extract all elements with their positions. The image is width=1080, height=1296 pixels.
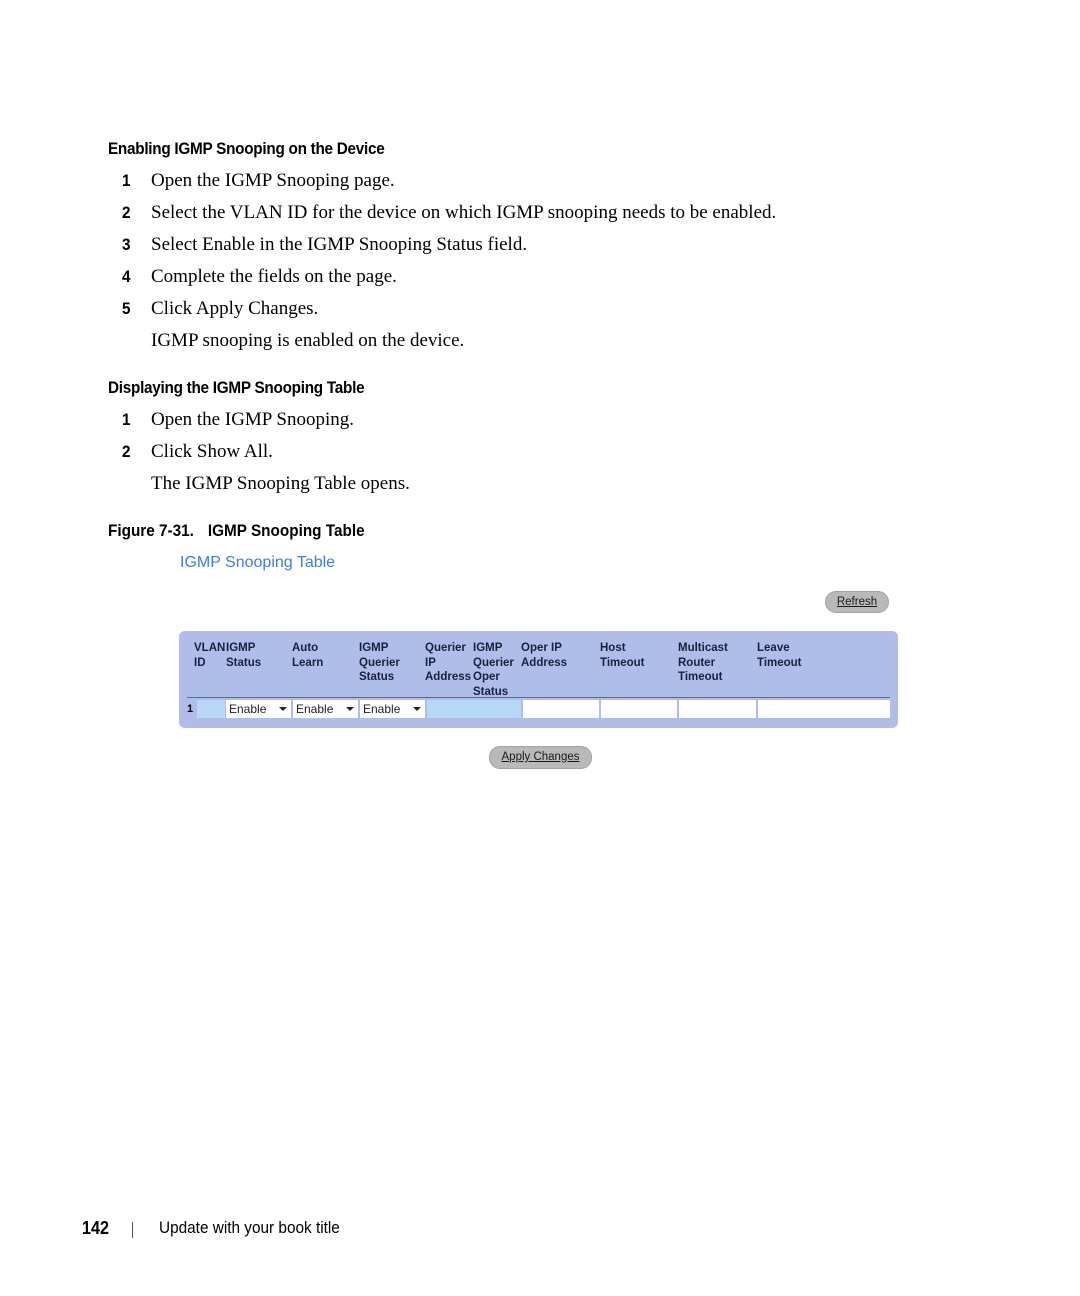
auto-learn-select[interactable]: Enable <box>293 700 358 718</box>
step-number: 1 <box>122 410 131 429</box>
step-text: Click Show All. <box>151 441 273 462</box>
step-text: Open the IGMP Snooping. <box>151 409 355 430</box>
page-number: 142 <box>82 1218 110 1238</box>
step-number: 4 <box>122 267 131 286</box>
step-result: The IGMP Snooping Table opens. <box>151 473 410 494</box>
footer-book-title: Update with your book title <box>159 1219 340 1237</box>
cell-host-timeout <box>601 700 677 718</box>
dropdown-arrow-icon <box>413 707 421 711</box>
figure-number: Figure 7-31. <box>108 521 194 540</box>
step-text: Complete the fields on the page. <box>151 266 397 287</box>
column-header-vlan-id: VLAN ID <box>194 642 226 669</box>
cell-querier-ip-address <box>427 700 521 718</box>
footer-separator <box>132 1222 133 1238</box>
section-heading-enabling: Enabling IGMP Snooping on the Device <box>108 139 385 158</box>
column-header-host-timeout: Host Timeout <box>600 642 645 669</box>
cell-leave-timeout <box>758 700 890 718</box>
column-header-querier-ip-address: Querier IP Address <box>425 642 472 683</box>
igmp-querier-status-value: Enable <box>363 702 401 716</box>
step-text: Open the IGMP Snooping page. <box>151 170 395 191</box>
cell-vlan-spacer <box>197 700 225 718</box>
igmp-status-select[interactable]: Enable <box>226 700 291 718</box>
dropdown-arrow-icon <box>279 707 287 711</box>
column-header-auto-learn: Auto Learn <box>292 642 324 669</box>
step-number: 5 <box>122 299 131 318</box>
refresh-button[interactable]: Refresh <box>825 591 889 613</box>
step-text: Click Apply Changes. <box>151 298 319 319</box>
apply-changes-button[interactable]: Apply Changes <box>489 746 592 769</box>
auto-learn-value: Enable <box>296 702 334 716</box>
igmp-status-value: Enable <box>229 702 267 716</box>
column-header-igmp-querier-oper-status: IGMP Querier Oper Status <box>473 642 514 698</box>
column-header-multicast-router-timeout: Multicast Router Timeout <box>678 642 728 683</box>
dropdown-arrow-icon <box>346 707 354 711</box>
cell-oper-ip-address <box>523 700 599 718</box>
igmp-snooping-table: VLAN ID IGMP Status Auto Learn IGMP Quer… <box>179 631 898 728</box>
figure-caption: Figure 7-31. IGMP Snooping Table <box>108 521 365 541</box>
step-number: 1 <box>122 171 131 190</box>
step-number: 3 <box>122 235 131 254</box>
figure-title: IGMP Snooping Table <box>207 521 365 540</box>
step-result: IGMP snooping is enabled on the device. <box>151 330 465 351</box>
cell-multicast-router-timeout <box>679 700 756 718</box>
cell-vlan-id: 1 <box>187 703 194 715</box>
igmp-querier-status-select[interactable]: Enable <box>360 700 425 718</box>
section-heading-displaying: Displaying the IGMP Snooping Table <box>108 378 365 397</box>
step-number: 2 <box>122 442 131 461</box>
header-divider <box>187 697 890 698</box>
column-header-igmp-status: IGMP Status <box>226 642 262 669</box>
step-text: Select Enable in the IGMP Snooping Statu… <box>151 234 528 255</box>
column-header-leave-timeout: Leave Timeout <box>757 642 802 669</box>
step-number: 2 <box>122 203 131 222</box>
column-header-igmp-querier-status: IGMP Querier Status <box>359 642 400 683</box>
ui-page-title: IGMP Snooping Table <box>180 554 336 571</box>
table-row: 1 Enable Enable Enable <box>187 699 890 719</box>
column-header-oper-ip-address: Oper IP Address <box>521 642 568 669</box>
step-text: Select the VLAN ID for the device on whi… <box>151 202 777 223</box>
